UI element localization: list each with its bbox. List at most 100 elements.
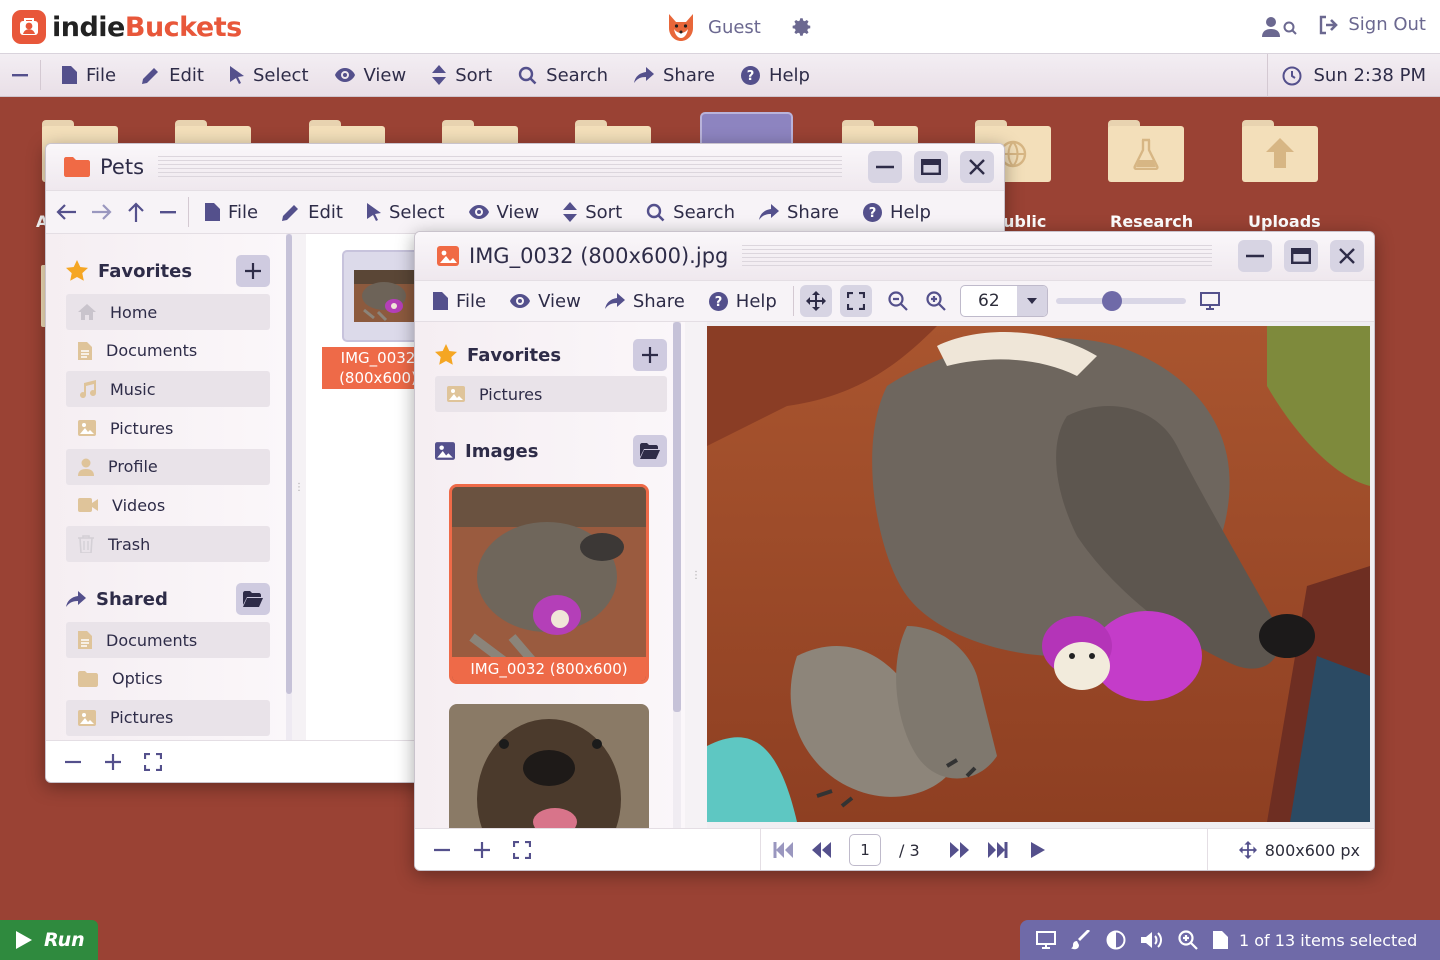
forward-button[interactable]	[84, 192, 120, 232]
pets-menu-view[interactable]: View	[457, 192, 552, 232]
zoom-slider[interactable]	[1055, 289, 1186, 313]
share-icon	[604, 293, 625, 309]
sidebar-item-profile[interactable]: Profile	[66, 448, 270, 485]
zoom-slider-knob[interactable]	[1101, 291, 1122, 311]
collapse-button[interactable]	[152, 192, 184, 232]
menu-sort[interactable]: Sort	[419, 54, 505, 97]
desktop-folder-uploads[interactable]: Uploads	[1220, 120, 1340, 231]
last-page-icon[interactable]	[987, 842, 1008, 858]
pets-menu-sort[interactable]: Sort	[551, 192, 634, 232]
app-logo[interactable]: indie Buckets	[12, 10, 242, 44]
zoom-dropdown-button[interactable]	[1016, 286, 1047, 316]
zoom-select[interactable]: 62	[959, 285, 1048, 317]
thumbnail-scrollbar-thumb[interactable]	[673, 322, 681, 712]
menubar-collapse-button[interactable]	[0, 54, 40, 97]
sidebar-item-shared-documents[interactable]: Documents	[66, 622, 270, 659]
minimize-button[interactable]	[868, 151, 902, 183]
menu-share[interactable]: Share	[621, 54, 728, 97]
sidebar-item-home[interactable]: Home	[66, 294, 270, 330]
sidebar-item-pictures[interactable]: Pictures	[66, 410, 270, 446]
monitor-icon[interactable]	[1036, 931, 1056, 949]
drag-handle[interactable]	[158, 156, 842, 178]
back-button[interactable]	[46, 192, 84, 232]
contrast-icon[interactable]	[1106, 930, 1126, 950]
splitter-handle[interactable]: ⋮	[685, 322, 707, 828]
first-page-icon[interactable]	[773, 842, 793, 858]
sidebar-item-pictures[interactable]: Pictures	[435, 376, 667, 412]
fit-screen-icon[interactable]	[513, 840, 531, 859]
image-thumbnail-1[interactable]: IMG_0032 (800x600)	[449, 484, 649, 684]
volume-icon[interactable]	[1141, 931, 1163, 949]
desktop-folder-research[interactable]: Research	[1086, 120, 1206, 231]
menu-help[interactable]: ? Help	[728, 54, 823, 97]
close-button[interactable]	[960, 151, 994, 183]
zoom-in-icon[interactable]	[473, 841, 491, 859]
zoom-in-icon[interactable]	[104, 753, 122, 771]
splitter-handle[interactable]: ⋮	[292, 234, 306, 740]
zoom-out-button[interactable]	[872, 281, 908, 321]
sidebar-item-videos[interactable]: Videos	[66, 487, 270, 523]
sidebar-scrollbar[interactable]	[286, 234, 292, 740]
thumbnail-scrollbar[interactable]	[673, 322, 681, 828]
pets-menu-share[interactable]: Share	[747, 192, 851, 232]
pets-titlebar[interactable]: Pets	[46, 144, 1004, 190]
viewer-menu-view[interactable]: View	[498, 281, 593, 321]
maximize-button[interactable]	[914, 151, 948, 183]
drag-handle[interactable]	[742, 245, 1212, 267]
clock[interactable]: Sun 2:38 PM	[1266, 54, 1426, 97]
eye-icon	[334, 68, 355, 82]
zoom-in-icon[interactable]	[1178, 930, 1198, 950]
next-page-icon[interactable]	[949, 842, 970, 858]
zoom-in-button[interactable]	[908, 281, 946, 321]
viewer-menu-file[interactable]: File	[421, 281, 498, 321]
maximize-button[interactable]	[1284, 240, 1318, 272]
sidebar-item-music[interactable]: Music	[66, 371, 270, 408]
up-button[interactable]	[120, 192, 152, 232]
menu-search[interactable]: Search	[505, 54, 621, 97]
close-button[interactable]	[1330, 240, 1364, 272]
sidebar-item-shared-pictures[interactable]: Pictures	[66, 699, 270, 736]
menu-select-label: Select	[252, 64, 309, 86]
play-icon[interactable]	[1030, 842, 1046, 858]
sidebar-item-optics[interactable]: Optics	[66, 661, 270, 697]
sign-out-button[interactable]: Sign Out	[1318, 14, 1426, 35]
viewer-menu-share[interactable]: Share	[593, 281, 697, 321]
zoom-out-icon[interactable]	[64, 753, 82, 771]
image-thumbnail-2[interactable]	[449, 704, 649, 828]
zoom-out-icon[interactable]	[433, 841, 451, 859]
user-menu[interactable]: Guest	[664, 10, 813, 44]
selection-status: 1 of 13 items selected	[1239, 930, 1418, 950]
sidebar-item-documents[interactable]: Documents	[66, 333, 270, 369]
fit-button[interactable]	[839, 285, 872, 317]
run-button[interactable]: Run	[0, 920, 98, 960]
pets-menu-edit[interactable]: Edit	[270, 192, 355, 232]
user-search-icon[interactable]	[1262, 16, 1298, 38]
sidebar-item-trash[interactable]: Trash	[66, 526, 270, 563]
pets-menu-search[interactable]: Search	[634, 192, 747, 232]
paintbrush-icon[interactable]	[1071, 930, 1091, 950]
dog-photo-image	[707, 326, 1370, 822]
fit-screen-icon[interactable]	[144, 752, 162, 771]
viewer-menu-help[interactable]: ? Help	[697, 281, 789, 321]
gear-icon[interactable]	[791, 16, 813, 38]
display-button[interactable]	[1186, 281, 1220, 321]
add-favorite-button[interactable]	[236, 255, 270, 287]
pan-button[interactable]	[799, 285, 832, 317]
previous-page-icon[interactable]	[811, 842, 831, 858]
picture-icon	[447, 386, 465, 402]
pets-menu-file[interactable]: File	[193, 192, 270, 232]
plus-icon	[245, 263, 261, 279]
viewer-titlebar[interactable]: IMG_0032 (800x600).jpg	[415, 232, 1374, 280]
image-canvas[interactable]	[707, 322, 1374, 828]
menu-edit[interactable]: Edit	[129, 54, 217, 97]
pets-menu-select[interactable]: Select	[355, 192, 457, 232]
menu-select[interactable]: Select	[217, 54, 322, 97]
open-images-button[interactable]	[633, 435, 667, 467]
minimize-button[interactable]	[1238, 240, 1272, 272]
add-favorite-button[interactable]	[633, 339, 667, 371]
pets-menu-help[interactable]: ? Help	[851, 192, 943, 232]
page-input[interactable]: 1	[849, 834, 881, 866]
menu-view[interactable]: View	[322, 54, 420, 97]
menu-file[interactable]: File	[49, 54, 129, 97]
open-shared-button[interactable]	[236, 583, 270, 616]
